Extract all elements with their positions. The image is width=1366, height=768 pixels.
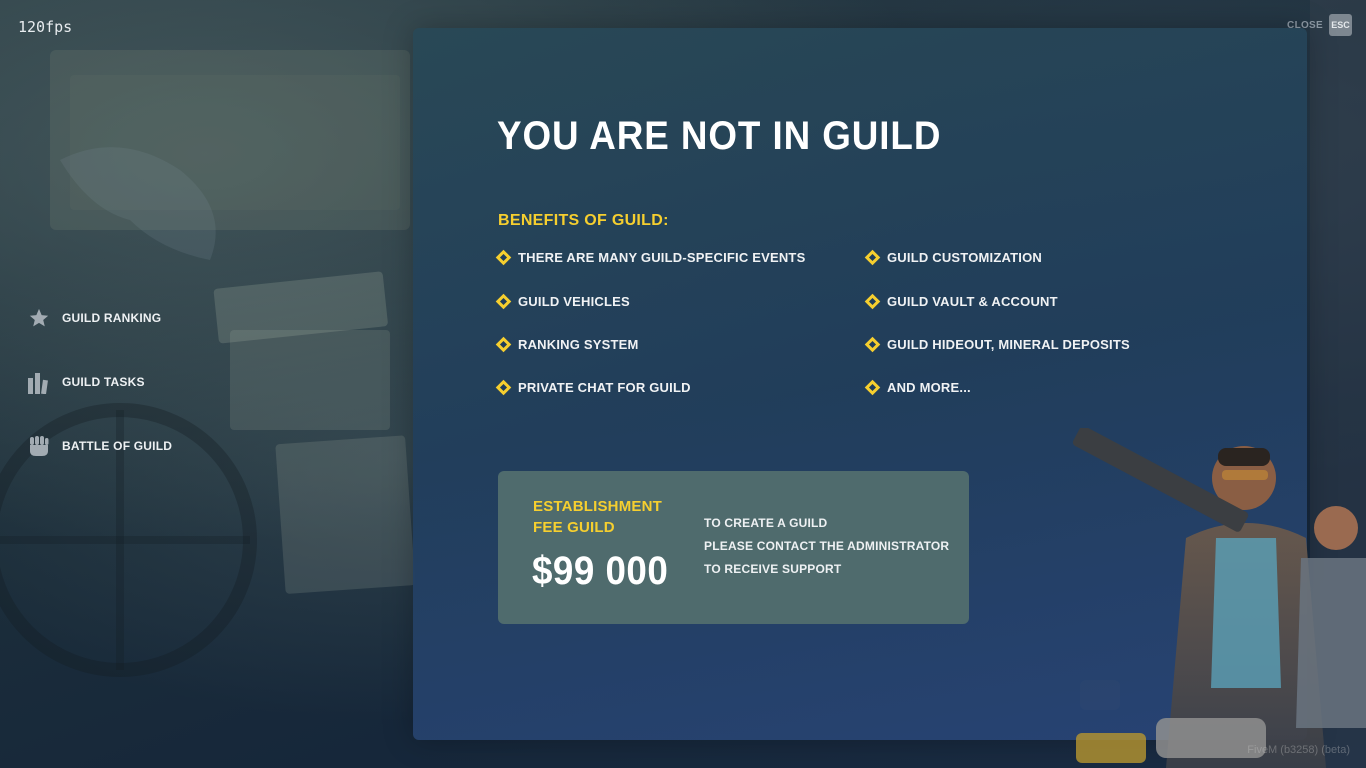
sidebar-item-battle-of-guild[interactable]: BATTLE OF GUILD — [26, 430, 172, 462]
benefit-item: AND MORE... — [866, 380, 971, 395]
bars-icon — [26, 369, 52, 395]
sidebar-item-label: BATTLE OF GUILD — [62, 439, 173, 453]
sidebar-item-guild-ranking[interactable]: GUILD RANKING — [26, 302, 172, 334]
diamond-bullet-icon — [497, 251, 510, 264]
benefit-text: GUILD VEHICLES — [518, 294, 630, 309]
benefit-text: PRIVATE CHAT FOR GUILD — [518, 380, 691, 395]
diamond-bullet-icon — [497, 338, 510, 351]
fee-title: ESTABLISHMENT FEE GUILD — [533, 498, 662, 536]
sidebar-item-guild-tasks[interactable]: GUILD TASKS — [26, 366, 172, 398]
fee-info-line: PLEASE CONTACT THE ADMINISTRATOR — [704, 539, 950, 553]
benefit-text: THERE ARE MANY GUILD-SPECIFIC EVENTS — [518, 250, 806, 265]
diamond-bullet-icon — [497, 295, 510, 308]
establishment-fee-card: ESTABLISHMENT FEE GUILD $99 000 TO CREAT… — [498, 471, 969, 624]
benefit-item: THERE ARE MANY GUILD-SPECIFIC EVENTS — [497, 250, 805, 265]
diamond-bullet-icon — [866, 381, 879, 394]
benefit-item: GUILD VAULT & ACCOUNT — [866, 294, 1058, 309]
sidebar-item-label: GUILD TASKS — [62, 375, 145, 389]
fist-icon — [26, 433, 52, 459]
version-label: FiveM (b3258) (beta) — [1247, 744, 1350, 756]
fps-counter: 120fps — [18, 18, 73, 36]
fee-price: $99 000 — [532, 549, 669, 593]
fee-info-line: TO CREATE A GUILD — [704, 516, 828, 530]
benefit-text: AND MORE... — [887, 380, 971, 395]
benefit-item: GUILD VEHICLES — [497, 294, 630, 309]
benefit-text: RANKING SYSTEM — [518, 337, 639, 352]
diamond-bullet-icon — [866, 338, 879, 351]
page-title: YOU ARE NOT IN GUILD — [497, 114, 942, 158]
benefit-text: GUILD HIDEOUT, MINERAL DEPOSITS — [887, 337, 1130, 352]
benefit-item: GUILD CUSTOMIZATION — [866, 250, 1042, 265]
sidebar: GUILD RANKING GUILD TASKS BATTLE OF GUIL… — [26, 302, 172, 494]
sidebar-item-label: GUILD RANKING — [62, 311, 162, 325]
star-icon — [26, 305, 52, 331]
esc-key-badge[interactable]: ESC — [1329, 14, 1352, 36]
benefits-heading: BENEFITS OF GUILD: — [498, 212, 669, 229]
benefit-text: GUILD CUSTOMIZATION — [887, 250, 1042, 265]
diamond-bullet-icon — [866, 295, 879, 308]
benefit-item: PRIVATE CHAT FOR GUILD — [497, 380, 691, 395]
benefit-text: GUILD VAULT & ACCOUNT — [887, 294, 1058, 309]
diamond-bullet-icon — [866, 251, 879, 264]
benefit-item: RANKING SYSTEM — [497, 337, 639, 352]
benefit-item: GUILD HIDEOUT, MINERAL DEPOSITS — [866, 337, 1130, 352]
fee-info-line: TO RECEIVE SUPPORT — [704, 562, 842, 576]
diamond-bullet-icon — [497, 381, 510, 394]
fee-info: TO CREATE A GUILD PLEASE CONTACT THE ADM… — [704, 512, 949, 581]
characters-illustration — [1072, 428, 1366, 768]
